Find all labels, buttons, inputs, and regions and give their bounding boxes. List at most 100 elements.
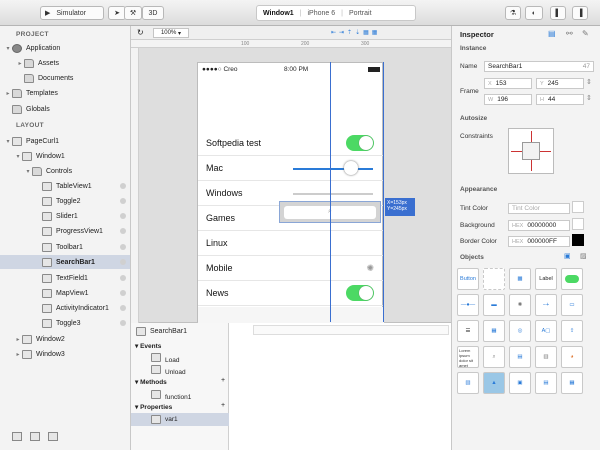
grid-view-icon[interactable]: ▣ — [564, 252, 571, 260]
font-object-icon[interactable]: A▢ — [535, 320, 557, 342]
image-view-icon[interactable]: ▨ — [580, 252, 587, 260]
code-editor[interactable] — [231, 323, 451, 450]
webview-object-icon[interactable]: ◎ — [509, 320, 531, 342]
tree-item-application[interactable]: ▾ Application — [0, 41, 130, 55]
tree-item-slider1[interactable]: Slider1 — [0, 209, 130, 223]
label-object[interactable]: Label — [535, 268, 557, 290]
event-load[interactable]: Load — [151, 353, 179, 364]
background-field[interactable]: HEX 00000000 — [508, 220, 570, 231]
grid-object-icon[interactable]: ▦ — [561, 372, 583, 394]
method-function1[interactable]: function1 — [151, 390, 191, 401]
tree-item-mapview1[interactable]: MapView1 — [0, 286, 130, 300]
add-property-icon[interactable]: + — [221, 402, 225, 409]
page-object-icon[interactable]: ▣ — [509, 372, 531, 394]
tree-item-controls[interactable]: ▾ Controls — [0, 164, 130, 178]
toggle-icon[interactable]: ◐ — [525, 6, 543, 20]
stepper-icon[interactable]: ⇕ — [586, 94, 592, 102]
slider-thumb[interactable] — [344, 161, 358, 175]
add-window-icon[interactable] — [12, 432, 22, 441]
tree-item-assets[interactable]: ▸ Assets — [0, 56, 130, 70]
methods-header[interactable]: ▾ Methods — [135, 378, 167, 386]
table-row[interactable]: Mobile ✺ — [198, 256, 384, 281]
stepper-icon[interactable]: ⇕ — [586, 78, 592, 86]
searchbar-object-icon[interactable]: ⌕ — [483, 346, 505, 368]
visibility-dot-icon[interactable] — [120, 305, 126, 311]
tree-item-templates[interactable]: ▸ Templates — [0, 86, 130, 100]
tree-item-documents[interactable]: Documents — [0, 71, 130, 85]
events-header[interactable]: ▾ Events — [135, 342, 161, 350]
wand-icon[interactable]: ⚒ — [124, 6, 142, 20]
x-field[interactable]: X 153 — [484, 78, 532, 89]
name-field[interactable]: SearchBar1 47 — [484, 61, 594, 72]
right-panel-icon[interactable]: ▐ — [572, 6, 588, 20]
zoom-select[interactable]: 100% ▾ — [153, 28, 189, 38]
stepper-object-icon[interactable]: −+ — [535, 294, 557, 316]
table-row[interactable]: Linux — [198, 231, 384, 256]
navbar-object-icon[interactable]: ▤ — [509, 346, 531, 368]
toggle-switch[interactable] — [346, 285, 374, 301]
left-panel-icon[interactable]: ▌ — [550, 6, 566, 20]
add-folder-icon[interactable] — [30, 432, 40, 441]
tint-field[interactable]: Tint Color — [508, 203, 570, 214]
event-unload[interactable]: Unload — [151, 365, 186, 376]
picker-object-icon[interactable]: ▥ — [535, 346, 557, 368]
properties-header[interactable]: ▾ Properties — [135, 403, 172, 411]
tree-item-progressview1[interactable]: ProgressView1 — [0, 224, 130, 238]
tree-item-pagecurl1[interactable]: ▾ PageCurl1 — [0, 134, 130, 148]
visibility-dot-icon[interactable] — [120, 228, 126, 234]
selected-object[interactable]: SearchBar1 — [136, 327, 187, 336]
align-tools-icon[interactable]: ⇤⇥⇡⇣▦▦ — [331, 29, 380, 36]
tree-item-toolbar1[interactable]: Toolbar1 — [0, 240, 130, 254]
activity-object-icon[interactable]: ✺ — [509, 294, 531, 316]
toggle-switch[interactable] — [346, 135, 374, 151]
tree-item-searchbar1[interactable]: SearchBar1 — [0, 255, 130, 269]
tree-item-activityindicator1[interactable]: ActivityIndicator1 — [0, 301, 130, 315]
visibility-dot-icon[interactable] — [120, 183, 126, 189]
visibility-dot-icon[interactable] — [120, 259, 126, 265]
view-object[interactable] — [483, 268, 505, 290]
properties-tab-icon[interactable]: ▤ — [548, 29, 556, 38]
table-row[interactable]: Softpedia test — [198, 131, 384, 156]
toggle-object-icon[interactable] — [561, 268, 583, 290]
visibility-dot-icon[interactable] — [120, 320, 126, 326]
visibility-dot-icon[interactable] — [120, 275, 126, 281]
tree-item-globals[interactable]: Globals — [0, 102, 130, 116]
landscape-object-icon[interactable]: ▲ — [483, 372, 505, 394]
visibility-dot-icon[interactable] — [120, 213, 126, 219]
add-item-icon[interactable] — [48, 432, 58, 441]
tree-item-window3[interactable]: ▸ Window3 — [0, 347, 130, 361]
border-swatch[interactable] — [572, 234, 584, 246]
window-device-selector[interactable]: Window1 | iPhone 6 | Portrait — [256, 5, 416, 21]
code-header-field[interactable] — [253, 325, 449, 335]
visibility-dot-icon[interactable] — [120, 244, 126, 250]
property-var1[interactable]: var1 — [131, 413, 229, 426]
slider-object-icon[interactable]: —●— — [457, 294, 479, 316]
visibility-dot-icon[interactable] — [120, 198, 126, 204]
rotate-icon[interactable]: ↻ — [137, 28, 144, 37]
tree-item-window2[interactable]: ▸ Window2 — [0, 332, 130, 346]
border-field[interactable]: HEX 000000FF — [508, 236, 570, 247]
width-field[interactable]: W 196 — [484, 94, 532, 105]
add-method-icon[interactable]: + — [221, 377, 225, 384]
progress-object-icon[interactable]: ▬ — [483, 294, 505, 316]
table-row[interactable]: News — [198, 281, 384, 306]
visibility-dot-icon[interactable] — [120, 290, 126, 296]
textview-object[interactable]: Lorem ipsum dolor sit amet — [457, 346, 479, 368]
collection-object-icon[interactable]: ▦ — [483, 320, 505, 342]
background-swatch[interactable] — [572, 218, 584, 230]
run-target-button[interactable]: ▶ Simulator — [40, 6, 104, 20]
height-field[interactable]: H 44 — [536, 94, 584, 105]
y-field[interactable]: Y 245 — [536, 78, 584, 89]
flask-icon[interactable]: ⚗ — [505, 6, 521, 20]
table-row[interactable]: Mac — [198, 156, 384, 181]
share-object-icon[interactable]: ⇪ — [561, 320, 583, 342]
link-tab-icon[interactable]: ⚯ — [566, 29, 573, 38]
imageview-object-icon[interactable]: ▩ — [509, 268, 531, 290]
view-3d-button[interactable]: 3D — [142, 6, 164, 20]
tree-item-textfield1[interactable]: TextField1 — [0, 271, 130, 285]
design-canvas[interactable]: ↻ 100% ▾ ⇤⇥⇡⇣▦▦ 100 200 300 ●●●●○ Creo 8… — [131, 26, 451, 323]
tree-item-window1[interactable]: ▾ Window1 — [0, 149, 130, 163]
segment-object-icon[interactable]: ▭ — [561, 294, 583, 316]
constraints-widget[interactable] — [508, 128, 554, 174]
tree-item-tableview1[interactable]: TableView1 — [0, 179, 130, 193]
